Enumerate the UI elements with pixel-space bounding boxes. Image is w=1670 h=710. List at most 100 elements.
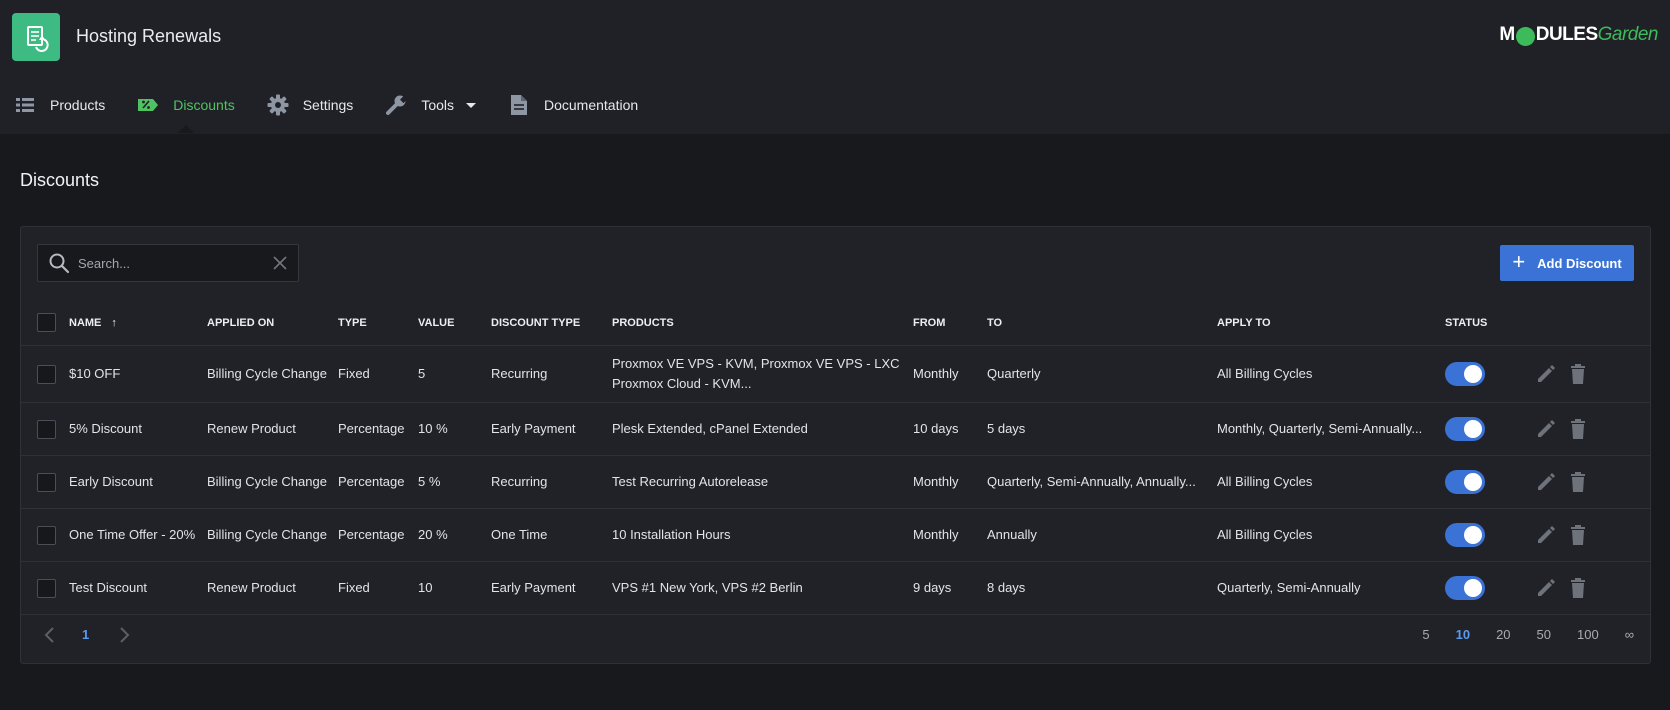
search-input[interactable]	[78, 255, 258, 271]
cell-products: Plesk Extended, cPanel Extended	[612, 402, 913, 456]
column-header-discount-type[interactable]: DISCOUNT TYPE	[491, 301, 612, 346]
cell-products: 10 Installation Hours	[612, 508, 913, 562]
app-title: Hosting Renewals	[76, 26, 222, 46]
status-toggle[interactable]	[1445, 469, 1485, 494]
column-header-type[interactable]: TYPE	[338, 301, 418, 346]
per-page-option[interactable]: 50	[1537, 627, 1551, 642]
discounts-panel: + Add Discount NAME ↑ APPLIED ON TYPE VAL…	[20, 226, 1651, 664]
column-header-products[interactable]: PRODUCTS	[612, 301, 913, 346]
cell-name: One Time Offer - 20%	[69, 508, 207, 562]
nav-item-products[interactable]: Products	[14, 86, 105, 124]
row-checkbox[interactable]	[37, 525, 56, 545]
cell-actions	[1535, 508, 1650, 562]
table-row: $10 OFF Billing Cycle Change Fixed 5 Rec…	[21, 345, 1650, 403]
sort-ascending-icon: ↑	[111, 316, 117, 329]
cell-apply-to: All Billing Cycles	[1217, 508, 1445, 562]
cell-status	[1445, 402, 1535, 456]
cell-products: Test Recurring Autorelease	[612, 455, 913, 509]
per-page-option-selected[interactable]: 10	[1456, 627, 1470, 642]
edit-pencil-icon[interactable]	[1535, 471, 1557, 493]
trash-icon[interactable]	[1567, 363, 1589, 385]
chevron-right-icon[interactable]	[117, 626, 131, 644]
column-header-apply-to[interactable]: APPLY TO	[1217, 301, 1445, 346]
search-icon	[49, 253, 70, 274]
column-label-name: NAME	[69, 316, 102, 329]
add-discount-button[interactable]: + Add Discount	[1500, 245, 1634, 281]
cell-name: 5% Discount	[69, 402, 207, 456]
cell-type: Fixed	[338, 561, 418, 615]
main-nav: Products Discounts Settings Tools Docume…	[0, 86, 670, 133]
table-header-row: NAME ↑ APPLIED ON TYPE VALUE DISCOUNT TYP…	[21, 301, 1650, 346]
nav-item-documentation[interactable]: Documentation	[508, 86, 638, 124]
cell-discount-type: One Time	[491, 508, 612, 562]
per-page-option[interactable]: 5	[1422, 627, 1429, 642]
cell-status	[1445, 561, 1535, 615]
list-icon	[14, 94, 36, 116]
per-page-selector: 5 10 20 50 100 ∞	[1396, 627, 1634, 642]
cell-actions	[1535, 455, 1650, 509]
edit-pencil-icon[interactable]	[1535, 577, 1557, 599]
cell-type: Fixed	[338, 345, 418, 403]
column-header-status[interactable]: STATUS	[1445, 301, 1535, 346]
row-checkbox[interactable]	[37, 472, 56, 492]
page-number-current[interactable]: 1	[82, 627, 89, 642]
column-header-to[interactable]: TO	[987, 301, 1217, 346]
table-row: Early Discount Billing Cycle Change Perc…	[21, 455, 1650, 509]
cell-apply-to: Monthly, Quarterly, Semi-Annually...	[1217, 402, 1445, 456]
nav-item-tools[interactable]: Tools	[385, 86, 476, 124]
cell-type: Percentage	[338, 455, 418, 509]
pagination: 1 5 10 20 50 100 ∞	[21, 615, 1650, 655]
nav-item-settings[interactable]: Settings	[267, 86, 353, 124]
wrench-icon	[385, 94, 408, 116]
column-header-actions	[1535, 301, 1650, 346]
row-checkbox[interactable]	[37, 364, 56, 384]
edit-pencil-icon[interactable]	[1535, 418, 1557, 440]
cell-products: VPS #1 New York, VPS #2 Berlin	[612, 561, 913, 615]
column-header-applied-on[interactable]: APPLIED ON	[207, 301, 338, 346]
per-page-option[interactable]: 20	[1496, 627, 1510, 642]
table-row: Test Discount Renew Product Fixed 10 Ear…	[21, 561, 1650, 615]
column-header-name[interactable]: NAME ↑	[69, 301, 207, 346]
nav-label-tools: Tools	[421, 97, 454, 113]
cell-name: $10 OFF	[69, 345, 207, 403]
edit-pencil-icon[interactable]	[1535, 363, 1557, 385]
cell-to: Quarterly	[987, 345, 1217, 403]
add-discount-label: Add Discount	[1537, 255, 1622, 271]
cell-from: 10 days	[913, 402, 987, 456]
nav-label-discounts: Discounts	[173, 97, 235, 113]
gear-icon	[267, 94, 289, 116]
cell-from: Monthly	[913, 455, 987, 509]
trash-icon[interactable]	[1567, 577, 1589, 599]
nav-item-discounts[interactable]: Discounts	[137, 86, 235, 133]
close-icon[interactable]	[272, 255, 288, 271]
top-bar: Hosting Renewals M DULES Garden Products	[0, 0, 1670, 134]
edit-pencil-icon[interactable]	[1535, 524, 1557, 546]
column-header-from[interactable]: FROM	[913, 301, 987, 346]
trash-icon[interactable]	[1567, 418, 1589, 440]
per-page-option[interactable]: 100	[1577, 627, 1599, 642]
status-toggle[interactable]	[1445, 416, 1485, 441]
row-checkbox[interactable]	[37, 578, 56, 598]
search-box	[37, 244, 299, 282]
status-toggle[interactable]	[1445, 361, 1485, 386]
select-all-checkbox[interactable]	[37, 313, 56, 333]
chevron-left-icon[interactable]	[43, 626, 57, 644]
column-header-value[interactable]: VALUE	[418, 301, 491, 346]
status-toggle[interactable]	[1445, 575, 1485, 600]
cell-applied-on: Billing Cycle Change	[207, 345, 338, 403]
select-all-cell	[21, 301, 69, 346]
cell-from: Monthly	[913, 345, 987, 403]
status-toggle[interactable]	[1445, 522, 1485, 547]
row-checkbox[interactable]	[37, 419, 56, 439]
cell-actions	[1535, 345, 1650, 403]
cell-from: Monthly	[913, 508, 987, 562]
per-page-option-all[interactable]: ∞	[1625, 627, 1634, 642]
cell-name: Early Discount	[69, 455, 207, 509]
trash-icon[interactable]	[1567, 524, 1589, 546]
plus-icon: +	[1512, 248, 1526, 274]
modulesgarden-logo[interactable]: M DULES Garden	[1499, 24, 1659, 46]
cell-name: Test Discount	[69, 561, 207, 615]
cell-applied-on: Renew Product	[207, 561, 338, 615]
renewal-invoice-icon[interactable]	[12, 13, 60, 61]
trash-icon[interactable]	[1567, 471, 1589, 493]
